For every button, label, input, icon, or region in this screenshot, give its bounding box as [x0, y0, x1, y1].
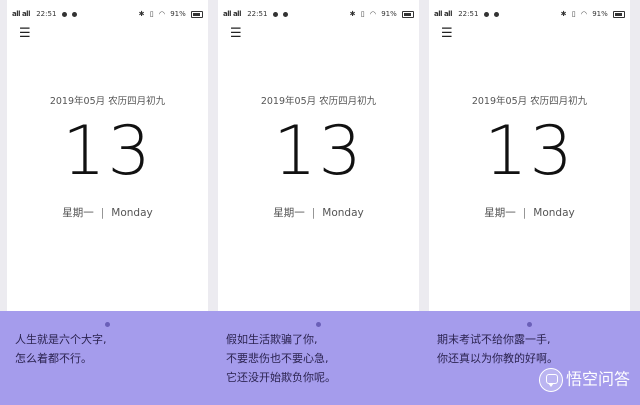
status-bar: all all 22:51 ✱ ▯ ◠ 91%	[429, 8, 630, 20]
date-line: 2019年05月 农历四月初九	[260, 96, 377, 107]
caption-line: 期末考试不给你露一手,	[437, 333, 551, 346]
status-time: 22:51	[36, 10, 57, 18]
battery-icon	[402, 10, 414, 18]
signal-icon: all all	[434, 10, 452, 18]
wifi-icon: ◠	[369, 10, 376, 18]
bluetooth-icon: ✱	[138, 10, 145, 18]
weekday-separator: |	[522, 207, 527, 219]
notification-icon	[493, 11, 499, 17]
phone-screen: all all 22:51 ✱ ▯ ◠ 91% ☰ 2019年05月 农历四月初…	[7, 0, 208, 311]
day-number: 13	[484, 112, 575, 191]
weekday-line: 星期一 | Monday	[218, 205, 419, 220]
phone-screen: all all 22:51 ✱ ▯ ◠ 91% ☰ 2019年05月 农历四月初…	[218, 0, 419, 311]
day-number: 13	[62, 112, 153, 191]
status-time: 22:51	[247, 10, 268, 18]
weekday-separator: |	[100, 207, 105, 219]
signal-icon: all all	[223, 10, 241, 18]
battery-percent: 91%	[592, 10, 608, 18]
weekday-separator: |	[311, 207, 316, 219]
battery-icon	[191, 10, 203, 18]
notification-icon	[483, 11, 489, 17]
caption-line: 怎么着都不行。	[15, 352, 92, 365]
signal-icon: all all	[12, 10, 30, 18]
speech-bubble-icon	[538, 367, 563, 392]
weekday-line: 星期一 | Monday	[7, 205, 208, 220]
caption: 假如生活欺骗了你, 不要悲伤也不要心急, 它还没开始欺负你呢。	[226, 330, 416, 387]
weekday-cn: 星期一	[62, 207, 94, 219]
battery-percent: 91%	[381, 10, 397, 18]
day-number: 13	[273, 112, 364, 191]
vibrate-icon: ▯	[571, 10, 576, 18]
status-time: 22:51	[458, 10, 479, 18]
battery-icon	[613, 10, 625, 18]
weekday-en: Monday	[533, 207, 575, 219]
wifi-icon: ◠	[158, 10, 165, 18]
weekday-en: Monday	[322, 207, 364, 219]
notification-icon	[61, 11, 67, 17]
caption: 人生就是六个大字, 怎么着都不行。	[15, 330, 205, 368]
date-line: 2019年05月 农历四月初九	[471, 96, 588, 107]
menu-icon[interactable]: ☰	[441, 27, 453, 40]
weekday-cn: 星期一	[273, 207, 305, 219]
bluetooth-icon: ✱	[349, 10, 356, 18]
caption-dot	[105, 322, 110, 327]
menu-icon[interactable]: ☰	[19, 27, 31, 40]
notification-icon	[282, 11, 288, 17]
notification-icon	[272, 11, 278, 17]
weekday-cn: 星期一	[484, 207, 516, 219]
caption-dot	[316, 322, 321, 327]
caption: 期末考试不给你露一手, 你还真以为你教的好啊。	[437, 330, 627, 368]
status-bar: all all 22:51 ✱ ▯ ◠ 91%	[7, 8, 208, 20]
caption-line: 它还没开始欺负你呢。	[226, 371, 336, 384]
weekday-line: 星期一 | Monday	[429, 205, 630, 220]
date-line: 2019年05月 农历四月初九	[49, 96, 166, 107]
watermark-text: 悟空问答	[565, 369, 630, 389]
phone-screenshot-2: all all 22:51 ✱ ▯ ◠ 91% ☰ 2019年05月 农历四月初…	[218, 0, 419, 405]
phone-screen: all all 22:51 ✱ ▯ ◠ 91% ☰ 2019年05月 农历四月初…	[429, 0, 630, 311]
phone-screenshot-3: all all 22:51 ✱ ▯ ◠ 91% ☰ 2019年05月 农历四月初…	[429, 0, 630, 405]
watermark: 悟空问答	[538, 367, 630, 392]
caption-line: 你还真以为你教的好啊。	[437, 352, 558, 365]
wifi-icon: ◠	[580, 10, 587, 18]
status-bar: all all 22:51 ✱ ▯ ◠ 91%	[218, 8, 419, 20]
notification-icon	[71, 11, 77, 17]
caption-line: 人生就是六个大字,	[15, 333, 107, 346]
caption-dot	[527, 322, 532, 327]
battery-percent: 91%	[170, 10, 186, 18]
phone-screenshot-1: all all 22:51 ✱ ▯ ◠ 91% ☰ 2019年05月 农历四月初…	[7, 0, 208, 405]
caption-line: 不要悲伤也不要心急,	[226, 352, 329, 365]
menu-icon[interactable]: ☰	[230, 27, 242, 40]
bluetooth-icon: ✱	[560, 10, 567, 18]
vibrate-icon: ▯	[149, 10, 154, 18]
caption-line: 假如生活欺骗了你,	[226, 333, 318, 346]
vibrate-icon: ▯	[360, 10, 365, 18]
weekday-en: Monday	[111, 207, 153, 219]
